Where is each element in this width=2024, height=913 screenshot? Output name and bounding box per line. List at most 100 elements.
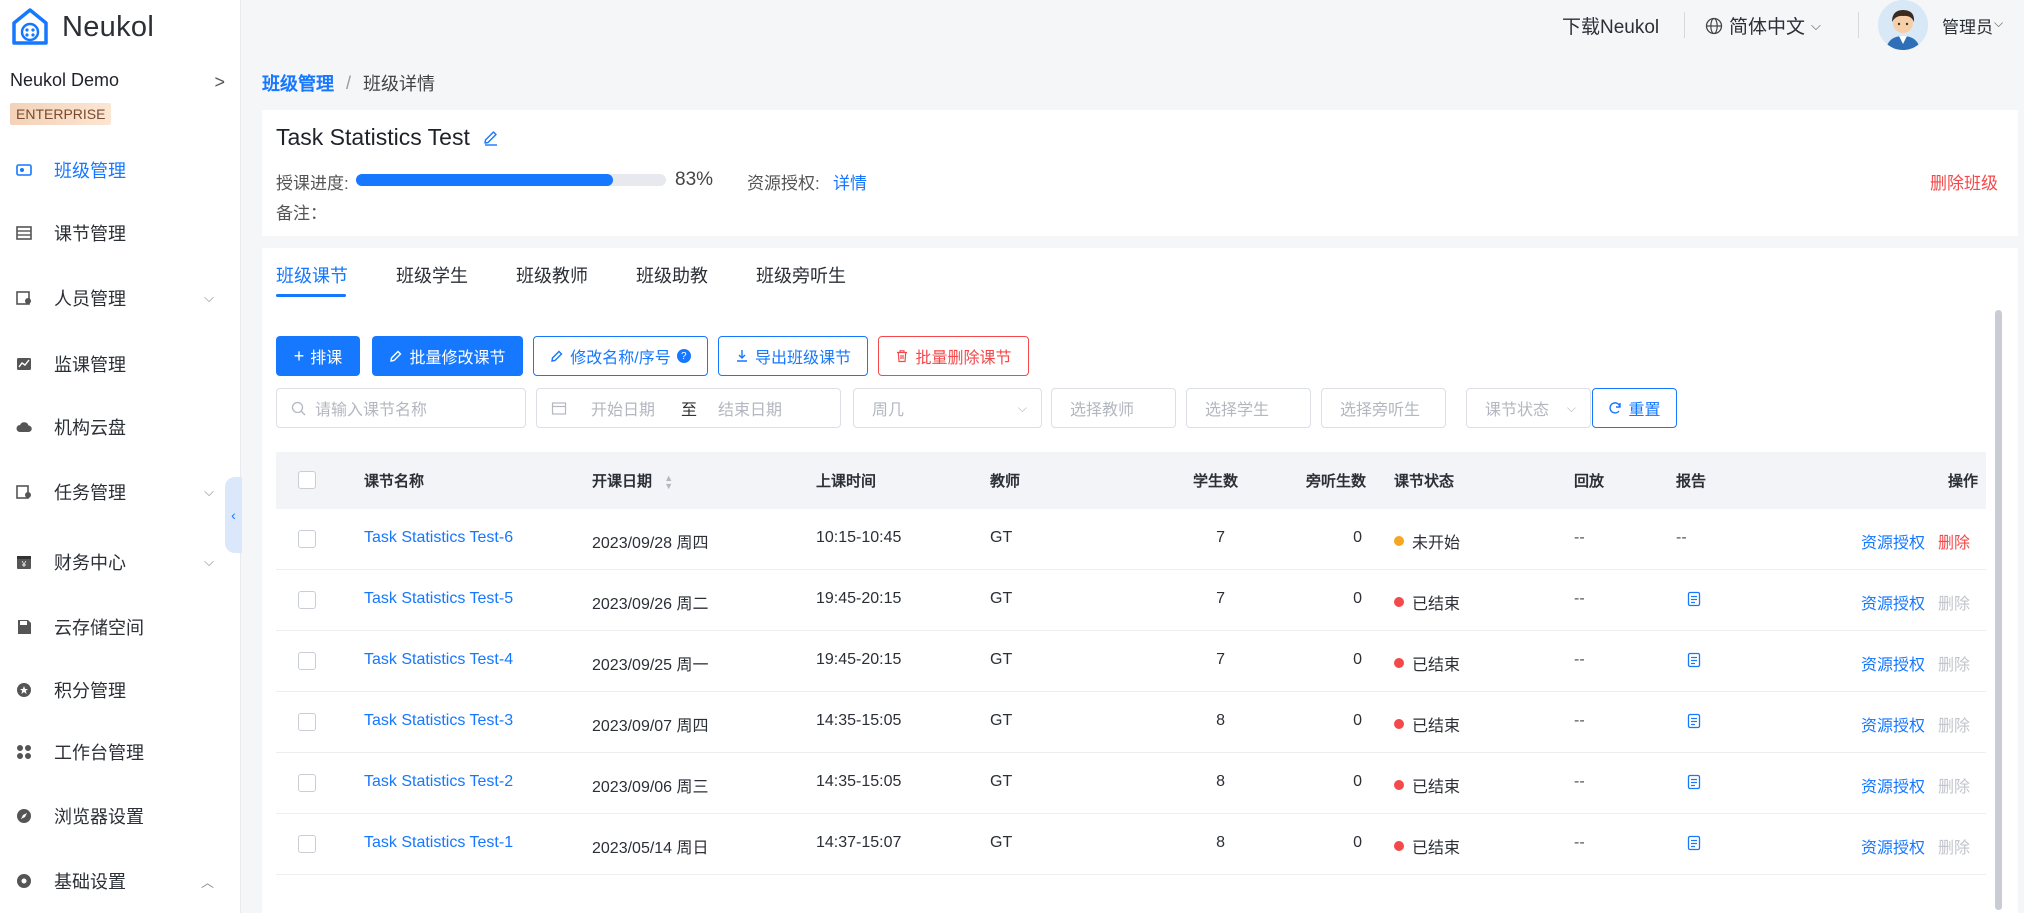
teacher-select[interactable]: 选择教师 [1051, 388, 1176, 428]
report-icon[interactable] [1686, 774, 1702, 795]
finance-icon: ¥ [15, 553, 33, 571]
lesson-name-link[interactable]: Task Statistics Test-1 [364, 834, 513, 852]
workbench-icon [15, 743, 33, 761]
help-icon[interactable]: ? [676, 349, 691, 363]
lesson-name-link[interactable]: Task Statistics Test-5 [364, 590, 513, 608]
sidebar-item[interactable]: ¥ 财务中心 ⌵ [0, 542, 240, 582]
row-checkbox[interactable] [298, 652, 316, 670]
date-range-picker[interactable]: 开始日期 至 结束日期 [536, 388, 841, 428]
app-logo[interactable]: Neukol [10, 6, 154, 48]
schedule-button[interactable]: + 排课 [276, 336, 360, 376]
sidebar-item[interactable]: 课节管理 [0, 213, 240, 253]
resource-auth-link[interactable]: 资源授权 [1861, 712, 1925, 736]
report-icon[interactable] [1686, 591, 1702, 612]
edit-icon[interactable] [482, 129, 500, 147]
tab-class-lessons[interactable]: 班级课节 [276, 262, 348, 288]
lesson-status: 已结束 [1394, 773, 1460, 797]
resource-auth-link[interactable]: 资源授权 [1861, 834, 1925, 858]
sidebar-item[interactable]: 基础设置 ︿ [0, 861, 240, 901]
tab-class-teachers[interactable]: 班级教师 [516, 262, 588, 288]
lesson-date: 2023/09/06 周三 [592, 779, 709, 796]
sort-icon[interactable]: ▲ ▼ [664, 474, 673, 491]
resource-auth-link[interactable]: 资源授权 [1861, 590, 1925, 614]
lesson-name-link[interactable]: Task Statistics Test-3 [364, 712, 513, 730]
chevron-icon: ⌵ [204, 554, 214, 569]
column-header-date[interactable]: 开课日期 ▲ ▼ [592, 470, 673, 491]
delete-lesson-button: 删除 [1938, 840, 1971, 857]
report-icon[interactable] [1686, 713, 1702, 734]
table-scrollbar[interactable] [1995, 310, 2002, 910]
note-label: 备注： [276, 204, 327, 223]
status-dot [1394, 719, 1404, 729]
reset-button[interactable]: 重置 [1592, 388, 1677, 428]
sidebar-item[interactable]: 机构云盘 [0, 407, 240, 447]
tab-class-students[interactable]: 班级学生 [396, 262, 468, 288]
resource-auth-link[interactable]: 资源授权 [1861, 773, 1925, 797]
weekday-select[interactable]: 周几 ⌵ [853, 388, 1042, 428]
select-all-checkbox[interactable] [298, 471, 316, 489]
cloud-icon [15, 418, 33, 436]
delete-lesson-button[interactable]: 删除 [1938, 529, 1970, 553]
sidebar-item[interactable]: 班级管理 [0, 150, 240, 190]
teacher-name: GT [990, 529, 1013, 546]
student-select[interactable]: 选择学生 [1186, 388, 1311, 428]
chevron-down-icon: ⌵ [1017, 400, 1027, 415]
lesson-name-link[interactable]: Task Statistics Test-6 [364, 529, 513, 547]
refresh-icon [1609, 402, 1622, 414]
table-row: Task Statistics Test-6 2023/09/28 周四 10:15… [276, 509, 1986, 570]
row-checkbox[interactable] [298, 774, 316, 792]
report-icon[interactable] [1686, 652, 1702, 673]
column-header: 课节状态 [1394, 473, 1455, 490]
lesson-name-link[interactable]: Task Statistics Test-4 [364, 651, 513, 669]
replay-cell: -- [1574, 651, 1585, 668]
org-switcher[interactable]: Neukol Demo > ENTERPRISE [10, 70, 225, 125]
resource-auth-details-link[interactable]: 详情 [833, 169, 867, 194]
export-button[interactable]: 导出班级课节 [718, 336, 868, 376]
weekday-placeholder: 周几 [872, 402, 905, 419]
status-select[interactable]: 课节状态 ⌵ [1466, 388, 1591, 428]
chevron-icon: ⌵ [204, 484, 214, 499]
lesson-name-link[interactable]: Task Statistics Test-2 [364, 773, 513, 791]
row-checkbox[interactable] [298, 530, 316, 548]
trash-icon [897, 350, 908, 363]
sidebar-item[interactable]: 云存储空间 [0, 607, 240, 647]
status-dot [1394, 658, 1404, 668]
teacher-name: GT [990, 590, 1013, 607]
user-name[interactable]: 管理员 [1942, 13, 1993, 38]
column-header: 回放 [1574, 473, 1605, 490]
row-checkbox[interactable] [298, 835, 316, 853]
resource-auth-link[interactable]: 资源授权 [1861, 651, 1925, 675]
tab-class-auditors[interactable]: 班级旁听生 [756, 262, 846, 288]
download-link[interactable]: 下载Neukol [1562, 12, 1659, 39]
report-icon[interactable] [1686, 835, 1702, 856]
row-checkbox[interactable] [298, 713, 316, 731]
sidebar-item[interactable]: 监课管理 [0, 344, 240, 384]
auditor-select[interactable]: 选择旁听生 [1321, 388, 1446, 428]
breadcrumb-parent[interactable]: 班级管理 [262, 70, 334, 96]
sidebar-item[interactable]: 任务管理 ⌵ [0, 472, 240, 512]
status-label: 已结束 [1412, 779, 1461, 796]
sidebar-item[interactable]: 积分管理 [0, 670, 240, 710]
tab-class-assistants[interactable]: 班级助教 [636, 262, 708, 288]
batch-edit-button[interactable]: 批量修改课节 [372, 336, 523, 376]
delete-class-button[interactable]: 删除班级 [1930, 169, 1998, 194]
user-avatar[interactable] [1878, 0, 1928, 50]
batch-delete-button[interactable]: 批量删除课节 [878, 336, 1029, 376]
resource-auth-link[interactable]: 资源授权 [1861, 529, 1925, 553]
sidebar-item[interactable]: 工作台管理 [0, 732, 240, 772]
globe-icon [1705, 17, 1723, 34]
search-input[interactable]: 请输入课节名称 [276, 388, 526, 428]
table-row: Task Statistics Test-4 2023/09/25 周一 19:45… [276, 631, 1986, 692]
lesson-date: 2023/09/26 周二 [592, 596, 709, 613]
collapse-sidebar-button[interactable]: ‹ [225, 477, 242, 553]
chevron-down-icon[interactable]: ⌵ [1994, 16, 2003, 31]
reset-label: 重置 [1628, 402, 1661, 419]
table-row: Task Statistics Test-5 2023/09/26 周二 19:45… [276, 570, 1986, 631]
sidebar-item[interactable]: 人员管理 ⌵ [0, 278, 240, 318]
breadcrumb-separator: / [346, 72, 352, 93]
sidebar-item[interactable]: 浏览器设置 [0, 796, 240, 836]
rename-button[interactable]: 修改名称/序号 ? [533, 336, 708, 376]
row-checkbox[interactable] [298, 591, 316, 609]
replay-cell: -- [1574, 773, 1585, 790]
language-selector[interactable]: 简体中文 ⌵ [1705, 12, 1821, 39]
